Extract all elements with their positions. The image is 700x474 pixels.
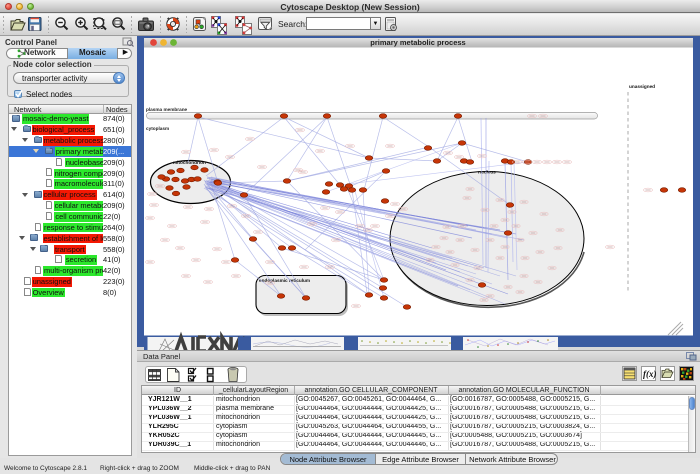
svg-text:endoplasmic reticulum: endoplasmic reticulum	[259, 278, 310, 283]
svg-text:mitochondrion: mitochondrion	[173, 160, 206, 165]
svg-text:f(x): f(x)	[643, 369, 657, 379]
svg-text:nucleus: nucleus	[478, 170, 496, 175]
svg-text:cytoplasm: cytoplasm	[146, 126, 169, 131]
svg-text:unassigned: unassigned	[629, 84, 655, 89]
svg-text:primary metabolic process: primary metabolic process	[370, 38, 465, 47]
svg-text:plasma membrane: plasma membrane	[146, 107, 188, 112]
